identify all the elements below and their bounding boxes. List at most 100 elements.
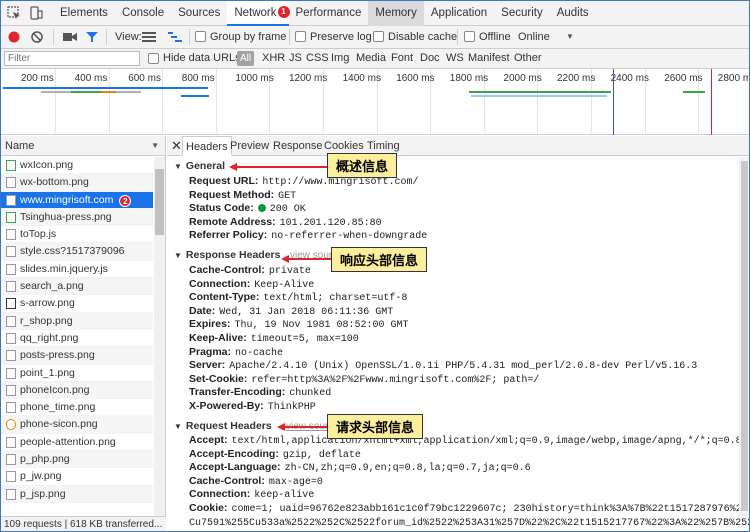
hide-data-urls-checkbox[interactable] — [148, 53, 159, 64]
timeline-tick-label: 2000 ms — [503, 73, 542, 84]
tab-sources[interactable]: Sources — [171, 1, 227, 26]
detail-scroll-thumb[interactable] — [741, 161, 748, 511]
chevron-down-icon[interactable]: ▼ — [566, 32, 574, 41]
request-row[interactable]: qq_right.png — [1, 330, 153, 348]
disable-cache-checkbox[interactable] — [373, 31, 384, 42]
request-row[interactable]: Tsinghua-press.png — [1, 208, 153, 227]
inspect-element-icon[interactable] — [7, 6, 21, 20]
request-row[interactable]: phoneIcon.png — [1, 381, 153, 400]
tab-response[interactable]: Response — [273, 136, 323, 156]
request-row[interactable]: toTop.js — [1, 226, 153, 244]
request-row[interactable]: search_a.png — [1, 278, 153, 296]
tab-network-label: Network — [234, 7, 277, 19]
request-name: wxIcon.png — [20, 159, 74, 171]
header-value: max-age=0 — [268, 476, 323, 488]
general-section-toggle[interactable]: ▼ General — [174, 160, 225, 172]
request-list-scroll-thumb[interactable] — [155, 169, 164, 235]
filter-type-doc[interactable]: Doc — [420, 52, 440, 64]
filter-type-xhr[interactable]: XHR — [262, 52, 285, 64]
header-value: GET — [278, 190, 297, 202]
request-name: Tsinghua-press.png — [20, 210, 112, 223]
file-type-icon — [6, 471, 16, 483]
request-row[interactable]: posts-press.png — [1, 347, 153, 365]
filter-type-font[interactable]: Font — [391, 52, 413, 64]
header-key: Pragma: — [189, 345, 232, 358]
large-rows-icon[interactable] — [142, 32, 156, 43]
header-row: Pragma: no-cache — [189, 346, 283, 359]
tab-audits[interactable]: Audits — [550, 1, 596, 26]
waterfall-bar — [3, 87, 208, 89]
status-ok-dot-icon — [257, 204, 266, 213]
request-row[interactable]: wxIcon.png — [1, 157, 153, 175]
request-row[interactable]: point_1.png — [1, 365, 153, 382]
name-column-header[interactable]: Name ▼ — [1, 136, 165, 156]
filter-type-img[interactable]: Img — [331, 52, 349, 64]
close-icon[interactable]: ✕ — [171, 138, 182, 154]
header-value: private — [268, 266, 311, 277]
file-type-icon — [6, 350, 16, 362]
header-row: Status Code: 200 OK — [189, 202, 306, 215]
timeline-gridline — [108, 69, 110, 135]
request-row[interactable]: p_php.png — [1, 451, 153, 469]
request-row[interactable]: p_jw.png — [1, 468, 153, 486]
preserve-log-checkbox[interactable] — [295, 31, 306, 42]
tab-headers[interactable]: Headers — [182, 136, 232, 156]
screenshots-camera-icon[interactable] — [63, 32, 77, 42]
filter-type-manifest[interactable]: Manifest — [468, 52, 510, 64]
request-name: phone_time.png — [20, 401, 96, 414]
header-value: chunked — [289, 388, 332, 400]
tab-application[interactable]: Application — [424, 1, 494, 26]
network-overview-timeline[interactable]: 200 ms 400 ms 600 ms 800 ms 1000 ms 1200 ms 14… — [1, 69, 749, 135]
sort-arrow-icon[interactable]: ▼ — [151, 136, 159, 156]
domcontentloaded-line — [711, 69, 712, 135]
offline-checkbox[interactable] — [464, 31, 475, 42]
filter-type-css[interactable]: CSS — [306, 52, 329, 64]
filter-type-media[interactable]: Media — [356, 52, 386, 64]
request-row[interactable]: phone_time.png — [1, 399, 153, 417]
request-name: phone-sicon.png — [20, 418, 98, 431]
general-title: General — [185, 160, 226, 172]
request-row[interactable]: wx-bottom.png — [1, 174, 153, 192]
filter-type-ws[interactable]: WS — [446, 52, 464, 64]
request-row[interactable]: slides.min.jquery.js — [1, 261, 153, 279]
device-toolbar-icon[interactable] — [29, 6, 43, 20]
request-name-panel: Name ▼ wxIcon.png wx-bottom.png www.mingri… — [1, 136, 166, 516]
request-name: search_a.png — [20, 280, 84, 293]
tab-network[interactable]: Network 1 — [227, 1, 290, 26]
timeline-gridline — [55, 69, 56, 135]
header-key: Request URL: — [189, 175, 259, 187]
throttling-select[interactable]: Online — [518, 31, 550, 43]
clear-icon[interactable] — [31, 31, 43, 43]
tab-memory[interactable]: Memory — [368, 1, 424, 26]
tab-security[interactable]: Security — [494, 1, 550, 26]
tab-console[interactable]: Console — [115, 1, 171, 26]
filter-type-other[interactable]: Other — [514, 52, 542, 64]
tab-preview[interactable]: Preview — [230, 136, 269, 156]
filter-input[interactable] — [4, 51, 140, 66]
tab-elements[interactable]: Elements — [53, 1, 115, 26]
header-key: Remote Address: — [189, 215, 276, 228]
header-row: Connection: keep-alive — [189, 488, 314, 501]
request-row[interactable]: www.mingrisoft.com 2 — [1, 191, 153, 209]
request-row[interactable]: s-arrow.png — [1, 295, 153, 313]
waterfall-bar — [683, 91, 705, 93]
filter-type-js[interactable]: JS — [289, 52, 302, 64]
filter-type-all[interactable]: All — [237, 51, 254, 66]
header-row: Remote Address: 101.201.120.85:80 — [189, 216, 382, 229]
waterfall-view-icon[interactable] — [168, 32, 182, 43]
request-headers-toggle[interactable]: ▼ Request Headers — [174, 420, 272, 432]
filter-funnel-icon[interactable] — [86, 31, 98, 43]
request-row[interactable]: style.css?1517379096 — [1, 243, 153, 261]
tab-performance[interactable]: Performance — [289, 1, 369, 26]
request-row[interactable]: r_shop.png — [1, 312, 153, 330]
response-headers-toggle[interactable]: ▼ Response Headers — [174, 249, 280, 261]
annotation-arrow — [288, 258, 331, 260]
header-value: zh-CN,zh;q=0.9,en;q=0.8,la;q=0.7,ja;q=0.… — [284, 463, 531, 475]
file-type-icon — [6, 160, 16, 171]
file-type-icon — [6, 194, 16, 206]
request-row[interactable]: phone-sicon.png — [1, 416, 153, 434]
request-row[interactable]: people-attention.png — [1, 434, 153, 452]
request-row[interactable]: p_jsp.png — [1, 485, 153, 503]
record-icon[interactable] — [8, 31, 20, 43]
group-by-frame-checkbox[interactable] — [195, 31, 206, 42]
